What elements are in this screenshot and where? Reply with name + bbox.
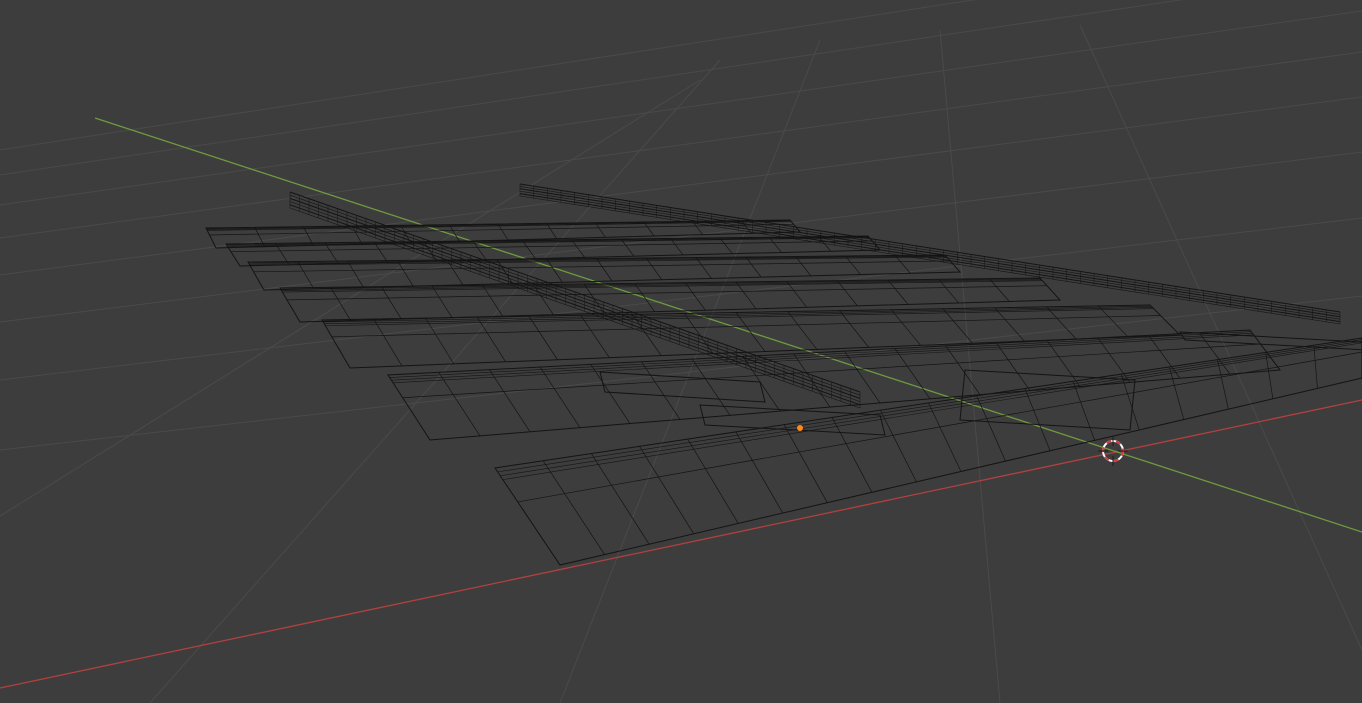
rail-track-mesh[interactable] (205, 183, 1362, 566)
sleeper-section (620, 238, 635, 257)
sleeper-section (976, 395, 1006, 462)
grid-line (0, 0, 1184, 176)
sleeper-section (381, 286, 402, 320)
sleeper-section (449, 224, 460, 242)
sleeper-section (571, 239, 585, 258)
sleeper-section (639, 446, 694, 535)
sleeper-section (533, 284, 554, 315)
sleeper-section (783, 424, 828, 503)
sleeper-section (1217, 359, 1229, 410)
sleeper-section (880, 410, 917, 483)
x-axis-line (0, 399, 1362, 689)
sleeper-section (489, 369, 531, 432)
sleeper (494, 337, 1362, 566)
sleeper-section (546, 223, 557, 239)
sleeper-section (431, 285, 453, 318)
sleeper-section (719, 237, 733, 254)
sleeper-section (324, 242, 339, 264)
sleeper-section (938, 279, 959, 304)
sleeper-section (989, 278, 1010, 302)
viewport-canvas[interactable] (0, 0, 1362, 703)
object-origin-icon (797, 425, 803, 431)
sleeper-section (595, 222, 606, 238)
grid-line (0, 217, 1362, 381)
grid-line (0, 10, 1362, 206)
sleeper-section (839, 310, 870, 348)
sleeper-section (1046, 340, 1081, 387)
sleeper-section (795, 256, 812, 277)
sleeper-section (695, 257, 712, 279)
sleeper-section (643, 221, 655, 237)
rail-beam (519, 183, 1341, 325)
sleeper-section (373, 318, 403, 367)
sleeper-section (894, 255, 911, 274)
sleeper-section (528, 316, 558, 360)
sleeper-section (373, 241, 388, 263)
sleeper-section (745, 256, 762, 278)
sleeper-section (1024, 388, 1051, 451)
sleeper-section (845, 255, 861, 275)
sleeper-section (691, 358, 731, 416)
sleeper-section (735, 312, 766, 352)
grid-line (0, 96, 1362, 276)
sleeper-section (1072, 381, 1095, 441)
sleeper-section (542, 460, 605, 555)
sleeper-section (425, 317, 455, 365)
sleeper-section (546, 258, 563, 283)
sleeper-section (687, 438, 739, 524)
sleeper-section (787, 311, 818, 350)
sleeper-section (735, 431, 784, 514)
sleeper-section (580, 315, 610, 358)
sleeper-section (397, 260, 414, 287)
grid-line (939, 29, 1001, 703)
grid-line (0, 0, 977, 151)
sleeper-section (1046, 306, 1077, 340)
sleeper-edge-loop (281, 279, 1042, 292)
sleeper-section (641, 361, 681, 420)
sleeper-section (1097, 305, 1129, 338)
sleeper-section (497, 223, 509, 241)
sleeper-section (670, 238, 684, 256)
floor-grid (0, 0, 1362, 703)
3d-viewport[interactable] (0, 0, 1362, 703)
sleeper-section (837, 280, 858, 307)
sleeper-section (887, 279, 909, 305)
sleeper-section (596, 258, 613, 282)
sleeper-section (894, 348, 931, 400)
sleeper-section (735, 281, 757, 310)
sleeper-section (347, 260, 364, 288)
grid-line (0, 151, 1362, 323)
sleeper-section (996, 343, 1031, 391)
sleeper-section (646, 257, 662, 280)
grid-line (0, 79, 701, 517)
sleeper-edge-loop (393, 334, 1254, 384)
sleeper-section (539, 366, 581, 428)
sleeper-section (768, 237, 782, 253)
sleeper-outline (494, 337, 1362, 566)
sleeper-section (928, 402, 962, 472)
sleeper-section (438, 372, 481, 437)
sleeper-section (634, 283, 655, 312)
sleeper-section (482, 285, 503, 317)
sleeper-section (942, 308, 973, 344)
sleeper-section (831, 417, 873, 493)
sleeper-section (330, 287, 351, 321)
sleeper-section (890, 309, 921, 346)
sleeper-section (1313, 345, 1318, 389)
sleeper-section (1168, 366, 1185, 420)
sleeper-section (476, 316, 506, 363)
grid-line (149, 59, 721, 703)
